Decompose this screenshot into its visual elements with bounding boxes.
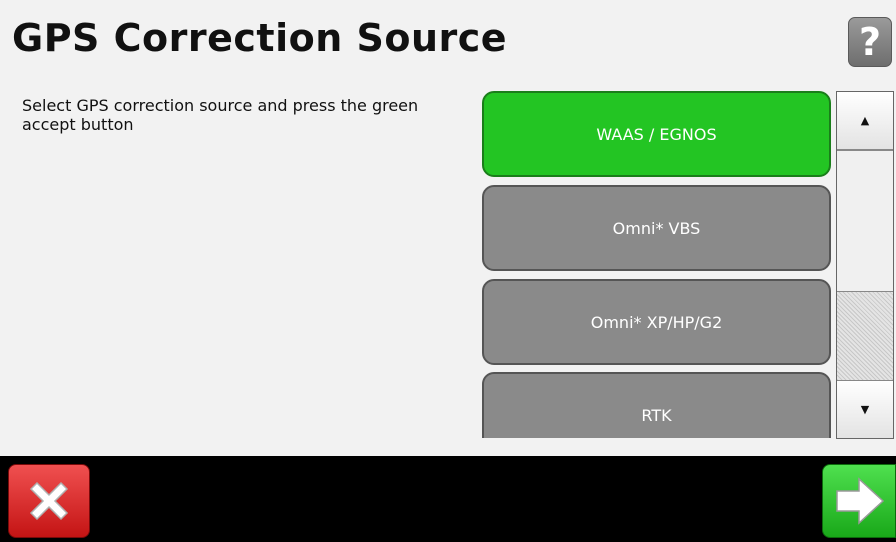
arrow-right-icon [836,477,885,525]
option-rtk[interactable]: RTK [482,372,831,438]
option-label: Omni* VBS [612,218,701,238]
screen: GPS Correction Source ? Select GPS corre… [0,0,896,542]
scrollbar[interactable]: ▲ ▼ [836,91,894,439]
page-title: GPS Correction Source [12,16,508,60]
close-x-icon [29,481,69,521]
help-button[interactable]: ? [848,17,892,67]
scroll-down-button[interactable]: ▼ [837,380,893,438]
scrollbar-thumb[interactable] [837,150,893,292]
option-waas-egnos[interactable]: WAAS / EGNOS [482,91,831,177]
option-label: RTK [641,405,672,425]
option-omni-xp-hp-g2[interactable]: Omni* XP/HP/G2 [482,279,831,365]
scroll-up-button[interactable]: ▲ [837,92,893,150]
option-label: Omni* XP/HP/G2 [590,312,723,332]
help-icon: ? [858,20,882,64]
option-label: WAAS / EGNOS [596,124,717,144]
triangle-up-icon: ▲ [860,114,870,127]
triangle-down-icon: ▼ [860,403,870,416]
bottom-bar [0,456,896,542]
correction-source-list: WAAS / EGNOS Omni* VBS Omni* XP/HP/G2 RT… [482,90,832,438]
instruction-text: Select GPS correction source and press t… [22,96,419,134]
cancel-button[interactable] [8,464,90,538]
option-omni-vbs[interactable]: Omni* VBS [482,185,831,271]
accept-button[interactable] [822,464,896,538]
